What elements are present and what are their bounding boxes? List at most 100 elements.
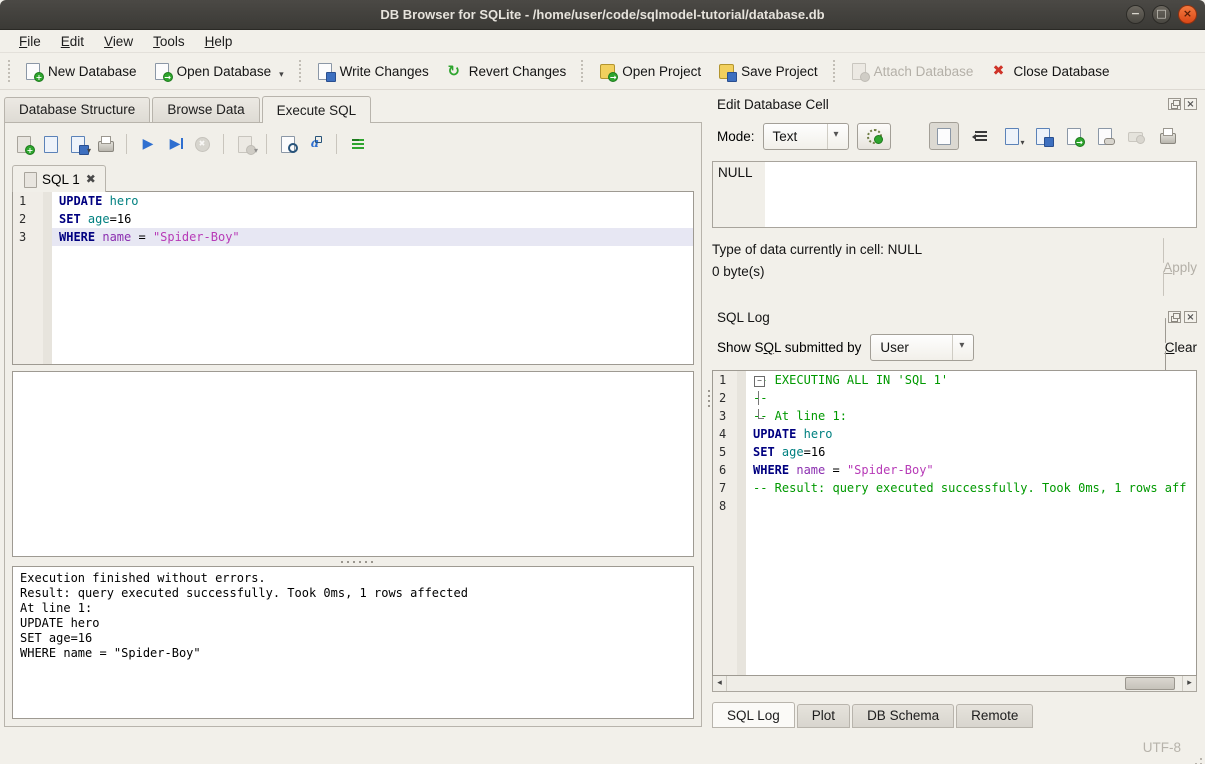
log-horizontal-scrollbar[interactable]: ◂ ▸ [712, 676, 1197, 692]
menu-file[interactable]: File [10, 32, 50, 51]
message-line: Result: query executed successfully. Too… [20, 586, 686, 601]
close-button[interactable]: × [1178, 5, 1197, 24]
cell-mode-row: Mode: Text ▾ → [717, 122, 1197, 150]
print-sql-button[interactable] [96, 135, 114, 153]
sql-toolbar: + ▾ ▶ ▶ ✖ ▾ a [12, 129, 694, 159]
maximize-button[interactable]: □ [1152, 5, 1171, 24]
execute-all-icon: ▶ [139, 135, 157, 153]
format-sql-icon: a [306, 135, 324, 153]
save-project-button[interactable]: Save Project [709, 58, 826, 84]
code-line: 2SET age=16 [13, 210, 693, 228]
dock-tab-sql-log[interactable]: SQL Log [712, 702, 795, 728]
dock-tab-remote[interactable]: Remote [956, 704, 1033, 728]
sql-log-view[interactable]: 1-- EXECUTING ALL IN 'SQL 1'2--3-- At li… [712, 370, 1197, 676]
message-line: Execution finished without errors. [20, 571, 686, 586]
import-dropdown-caret-icon[interactable]: ▾ [1021, 138, 1025, 147]
results-message-splitter[interactable] [12, 557, 694, 566]
results-grid[interactable] [12, 371, 694, 557]
open-in-external-button[interactable] [1096, 127, 1114, 145]
save-sql-file-button[interactable]: ▾ [69, 135, 87, 153]
new-database-button[interactable]: + New Database [16, 58, 145, 84]
word-wrap-icon [349, 135, 367, 153]
sql-editor[interactable]: 1UPDATE hero2SET age=163WHERE name = "Sp… [12, 191, 694, 365]
text-mode-button[interactable] [929, 122, 959, 150]
revert-changes-button[interactable]: ↻ Revert Changes [437, 58, 575, 84]
resize-grip[interactable] [1200, 758, 1202, 760]
menu-view[interactable]: View [95, 32, 142, 51]
save-sql-file-icon [69, 135, 87, 153]
new-database-icon: + [24, 62, 42, 80]
message-line: UPDATE hero [20, 616, 686, 631]
open-project-button[interactable]: → Open Project [590, 58, 709, 84]
save-project-icon [717, 62, 735, 80]
toolbar-separator [833, 60, 835, 82]
code-line: 2-- [713, 389, 1196, 407]
code-line: 1-- EXECUTING ALL IN 'SQL 1' [713, 371, 1196, 389]
app-window: DB Browser for SQLite - /home/user/code/… [0, 0, 1205, 764]
close-panel-icon[interactable] [1184, 98, 1197, 110]
tab-database-structure[interactable]: Database Structure [4, 97, 150, 122]
find-replace-button[interactable] [279, 135, 297, 153]
open-project-label: Open Project [622, 64, 701, 79]
write-changes-icon [316, 62, 334, 80]
menubar: File Edit View Tools Help [0, 30, 1205, 53]
cell-size-info: 0 byte(s) [712, 264, 922, 279]
save-cell-data-button[interactable] [1034, 127, 1052, 145]
export-cell-data-button[interactable]: → [1065, 127, 1083, 145]
apply-cell-changes-button[interactable] [857, 123, 891, 150]
dock-tab-plot[interactable]: Plot [797, 704, 850, 728]
undock-panel-icon[interactable] [1168, 311, 1181, 323]
tab-browse-data[interactable]: Browse Data [152, 97, 259, 122]
open-database-button[interactable]: → Open Database ▾ [145, 58, 292, 84]
toolbar-drag-handle[interactable] [8, 60, 12, 82]
execute-current-line-button[interactable]: ▶ [166, 135, 184, 153]
clear-log-button[interactable]: Clear [1165, 318, 1197, 376]
undock-panel-icon[interactable] [1168, 98, 1181, 110]
scroll-left-arrow-icon[interactable]: ◂ [713, 676, 727, 691]
toolbar-separator [299, 60, 301, 82]
mode-select[interactable]: Text [763, 123, 849, 150]
close-database-label: Close Database [1013, 64, 1109, 79]
menu-edit[interactable]: Edit [52, 32, 93, 51]
toolbar-separator [223, 134, 224, 154]
close-panel-icon[interactable] [1184, 311, 1197, 323]
code-line: 3WHERE name = "Spider-Boy" [13, 228, 693, 246]
open-sql-file-button[interactable] [42, 135, 60, 153]
sql-1-tab[interactable]: SQL 1 ✖ [12, 165, 106, 192]
save-sql-dropdown-caret-icon[interactable]: ▾ [87, 146, 91, 155]
code-line: 3-- At line 1: [713, 407, 1196, 425]
main-toolbar: + New Database → Open Database ▾ Write C… [0, 53, 1205, 90]
execute-all-button[interactable]: ▶ [139, 135, 157, 153]
message-pane[interactable]: Execution finished without errors.Result… [12, 566, 694, 719]
open-sql-tab-button[interactable]: + [15, 135, 33, 153]
word-wrap-button[interactable] [349, 135, 367, 153]
write-changes-button[interactable]: Write Changes [308, 58, 437, 84]
auto-format-button[interactable]: a [306, 135, 324, 153]
word-wrap-cell-button[interactable] [972, 127, 990, 145]
dock-tab-db-schema[interactable]: DB Schema [852, 704, 954, 728]
edit-cell-title: Edit Database Cell [717, 97, 829, 112]
scrollbar-thumb[interactable] [1125, 677, 1175, 690]
close-sql-tab-icon[interactable]: ✖ [86, 172, 96, 186]
set-null-icon [1127, 127, 1145, 145]
tab-execute-sql[interactable]: Execute SQL [262, 96, 372, 123]
titlebar: DB Browser for SQLite - /home/user/code/… [0, 0, 1205, 30]
code-line: 1UPDATE hero [13, 192, 693, 210]
menu-tools[interactable]: Tools [144, 32, 194, 51]
scroll-right-arrow-icon[interactable]: ▸ [1182, 676, 1196, 691]
print-cell-button[interactable] [1158, 127, 1176, 145]
save-results-dropdown-caret-icon: ▾ [254, 146, 258, 155]
close-database-icon: ✖ [989, 62, 1007, 80]
open-database-dropdown-caret-icon[interactable]: ▾ [279, 69, 284, 80]
message-line: At line 1: [20, 601, 686, 616]
menu-help[interactable]: Help [196, 32, 242, 51]
submitted-by-select[interactable]: User [870, 334, 974, 361]
new-sql-tab-icon: + [15, 135, 33, 153]
import-cell-data-button[interactable]: ▾ [1003, 127, 1021, 145]
open-sql-file-icon [42, 135, 60, 153]
cell-editor[interactable]: NULL [712, 161, 1197, 228]
minimize-button[interactable]: − [1126, 5, 1145, 24]
cell-type-info: Type of data currently in cell: NULL [712, 242, 922, 257]
close-database-button[interactable]: ✖ Close Database [981, 58, 1117, 84]
execute-sql-panel: + ▾ ▶ ▶ ✖ ▾ a [4, 122, 702, 727]
